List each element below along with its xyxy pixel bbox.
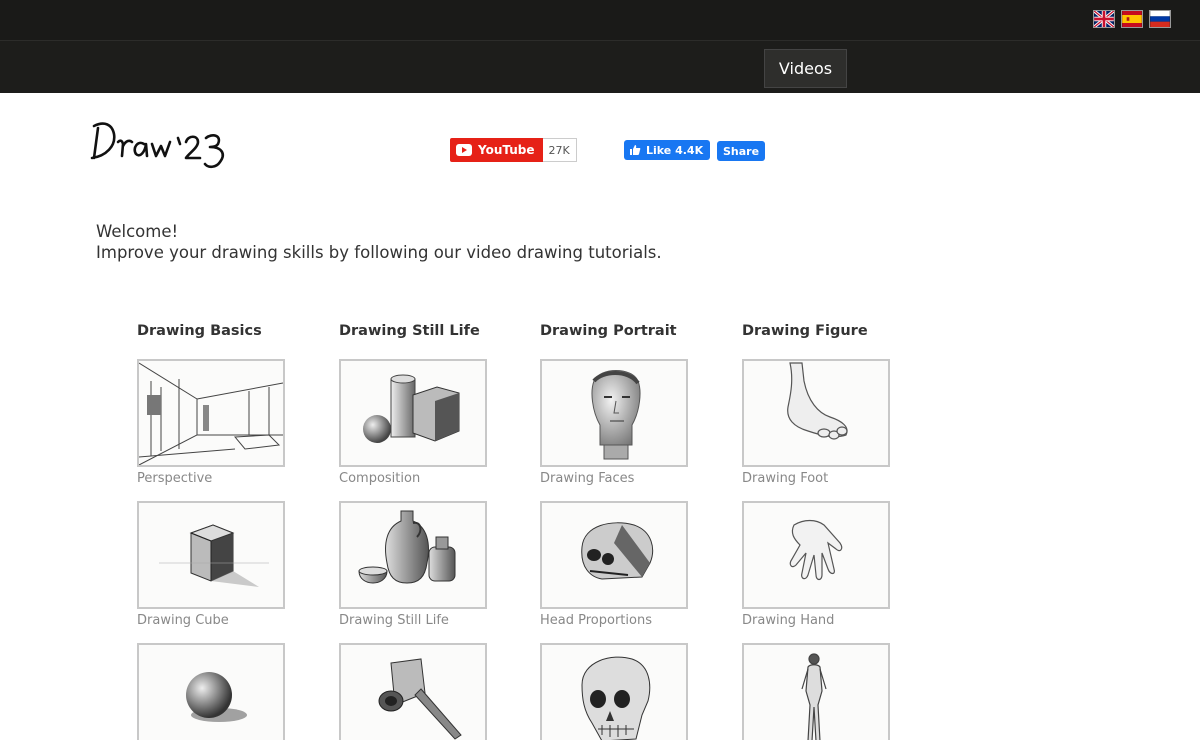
language-switcher xyxy=(1093,10,1171,28)
tutorial-card[interactable]: Perspective xyxy=(137,359,285,487)
facebook-like-label: Like 4.4K xyxy=(646,143,704,157)
tutorial-caption[interactable]: Perspective xyxy=(137,471,285,487)
hand-sketch-image[interactable] xyxy=(742,501,890,609)
category-title: Drawing Still Life xyxy=(339,323,480,339)
tutorial-card[interactable]: Drawing Cube xyxy=(137,501,285,629)
face-bust-sketch-image[interactable] xyxy=(540,359,688,467)
youtube-label: YouTube xyxy=(478,143,535,157)
facebook-like-button[interactable]: Like 4.4K xyxy=(624,140,711,160)
tutorial-card[interactable]: Drawing Faces xyxy=(540,359,688,487)
russia-flag-icon[interactable] xyxy=(1149,10,1171,28)
tutorial-caption[interactable]: Drawing Foot xyxy=(742,471,890,487)
category-title: Drawing Portrait xyxy=(540,323,677,339)
welcome-description: Improve your drawing skills by following… xyxy=(96,243,662,262)
funnel-sketch-image[interactable] xyxy=(339,643,487,740)
tutorial-card[interactable]: Head Proportions xyxy=(540,501,688,629)
tutorial-caption[interactable]: Drawing Still Life xyxy=(339,613,487,629)
facebook-share-button[interactable]: Share xyxy=(717,141,765,161)
uk-flag-icon[interactable] xyxy=(1093,10,1115,28)
skull-sketch-image[interactable] xyxy=(540,643,688,740)
top-bar xyxy=(0,0,1200,40)
head-proportions-sketch-image[interactable] xyxy=(540,501,688,609)
nav-bar: Videos xyxy=(0,40,1200,93)
figure-sketch-image[interactable] xyxy=(742,643,890,740)
tutorial-card[interactable]: Drawing Foot xyxy=(742,359,890,487)
composition-sketch-image[interactable] xyxy=(339,359,487,467)
category-title: Drawing Basics xyxy=(137,323,262,339)
tutorial-card[interactable] xyxy=(540,643,688,740)
tutorial-caption[interactable]: Drawing Faces xyxy=(540,471,688,487)
foot-sketch-image[interactable] xyxy=(742,359,890,467)
youtube-button-body[interactable]: YouTube xyxy=(450,138,543,162)
welcome-heading: Welcome! xyxy=(96,222,179,241)
nav-videos-link[interactable]: Videos xyxy=(764,49,847,88)
category-drawing-basics: Drawing Basics Perspective Drawing Cube xyxy=(137,322,297,740)
spain-flag-icon[interactable] xyxy=(1121,10,1143,28)
still-life-sketch-image[interactable] xyxy=(339,501,487,609)
tutorial-card[interactable] xyxy=(339,643,487,740)
youtube-play-icon xyxy=(456,144,472,156)
perspective-sketch-image[interactable] xyxy=(137,359,285,467)
youtube-subscribe-button[interactable]: YouTube 27K xyxy=(450,138,577,162)
cube-sketch-image[interactable] xyxy=(137,501,285,609)
tutorial-caption[interactable]: Drawing Hand xyxy=(742,613,890,629)
tutorial-card[interactable]: Composition xyxy=(339,359,487,487)
thumbs-up-icon xyxy=(630,145,641,155)
tutorial-card[interactable] xyxy=(137,643,285,740)
welcome-text: Welcome! Improve your drawing skills by … xyxy=(96,221,662,263)
tutorial-card[interactable]: Drawing Hand xyxy=(742,501,890,629)
tutorial-card[interactable]: Drawing Still Life xyxy=(339,501,487,629)
sphere-sketch-image[interactable] xyxy=(137,643,285,740)
tutorial-caption[interactable]: Composition xyxy=(339,471,487,487)
category-drawing-figure: Drawing Figure Drawing Foot Drawing Hand xyxy=(742,322,902,740)
youtube-subscriber-count: 27K xyxy=(542,138,577,162)
tutorial-caption[interactable]: Drawing Cube xyxy=(137,613,285,629)
category-title: Drawing Figure xyxy=(742,323,868,339)
draw23-logo[interactable] xyxy=(88,118,238,174)
tutorial-card[interactable] xyxy=(742,643,890,740)
category-drawing-still-life: Drawing Still Life Composition Drawing S… xyxy=(339,322,499,740)
category-drawing-portrait: Drawing Portrait Drawing Faces Head Prop… xyxy=(540,322,700,740)
tutorial-caption[interactable]: Head Proportions xyxy=(540,613,688,629)
